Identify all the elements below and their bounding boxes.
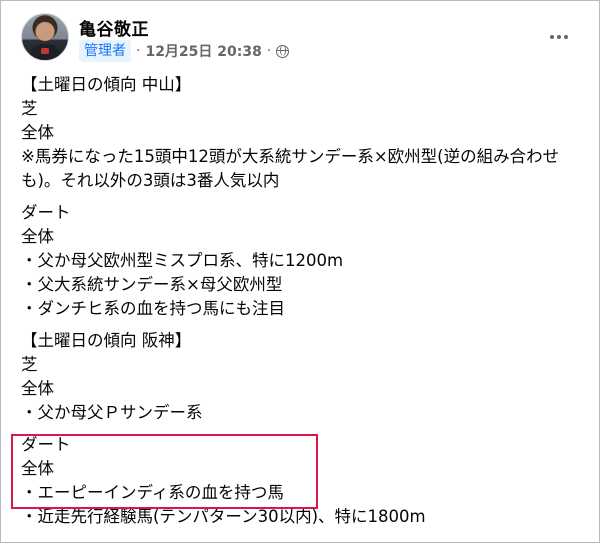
globe-icon[interactable] — [276, 44, 290, 58]
surface-label: 芝 — [21, 99, 38, 118]
post-text-line: ・ダンチヒ系の血を持つ馬にも注目 — [21, 299, 285, 318]
post-header: 亀谷敬正 管理者 · 12月25日 20:38 · — [21, 13, 579, 65]
post-text-line: ・エーピーインディ系の血を持つ馬 — [21, 483, 284, 502]
avatar-accent — [41, 48, 49, 54]
dot-icon — [557, 35, 561, 39]
post-text-line: ・父か母父欧州型ミスプロ系、特に1200m — [21, 251, 344, 270]
post-text-line: ・父大系統サンデー系×母父欧州型 — [21, 275, 283, 294]
surface-label: ダート — [21, 435, 71, 454]
role-badge[interactable]: 管理者 — [79, 40, 131, 62]
section-hanshin-turf: 【土曜日の傾向 阪神】 芝 全体 ・父か母父Ｐサンデー系 — [21, 329, 587, 425]
scope-label: 全体 — [21, 379, 54, 398]
dot-icon — [550, 35, 554, 39]
post-timestamp[interactable]: 12月25日 20:38 — [145, 41, 261, 61]
post-meta: 管理者 · 12月25日 20:38 · — [79, 40, 290, 62]
meta-separator: · — [266, 43, 272, 59]
scope-label: 全体 — [21, 227, 54, 246]
avatar[interactable] — [21, 13, 69, 61]
scope-label: 全体 — [21, 123, 54, 142]
section-nakayama-dirt: ダート 全体 ・父か母父欧州型ミスプロ系、特に1200m ・父大系統サンデー系×… — [21, 201, 587, 321]
meta-separator: · — [136, 43, 141, 59]
surface-label: ダート — [21, 203, 71, 222]
post-body: 【土曜日の傾向 中山】 芝 全体 ※馬券になった15頭中12頭が大系統サンデー系… — [21, 73, 587, 537]
section-nakayama-turf: 【土曜日の傾向 中山】 芝 全体 ※馬券になった15頭中12頭が大系統サンデー系… — [21, 73, 587, 193]
scope-label: 全体 — [21, 459, 54, 478]
post-card: 亀谷敬正 管理者 · 12月25日 20:38 · 【土曜日の傾向 中山】 芝 … — [0, 0, 600, 543]
post-text-line: ※馬券になった15頭中12頭が大系統サンデー系×欧州型(逆の組み合わせも)。それ… — [21, 147, 560, 190]
more-options-button[interactable] — [545, 27, 573, 47]
post-text-line: ・父か母父Ｐサンデー系 — [21, 403, 203, 422]
section-heading: 【土曜日の傾向 阪神】 — [21, 331, 192, 350]
dot-icon — [564, 35, 568, 39]
surface-label: 芝 — [21, 355, 38, 374]
section-hanshin-dirt: ダート 全体 ・エーピーインディ系の血を持つ馬 ・近走先行経験馬(テンパターン3… — [21, 433, 587, 529]
post-text-line: ・近走先行経験馬(テンパターン30以内)、特に1800m — [21, 507, 426, 526]
section-heading: 【土曜日の傾向 中山】 — [21, 75, 192, 94]
author-name[interactable]: 亀谷敬正 — [79, 15, 149, 40]
